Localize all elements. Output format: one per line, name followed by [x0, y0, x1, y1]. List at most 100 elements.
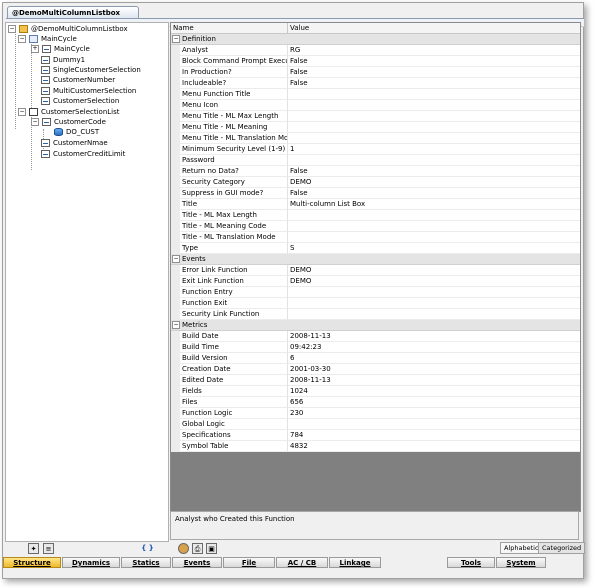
- property-row[interactable]: Type S: [171, 243, 580, 254]
- property-value[interactable]: [288, 111, 580, 122]
- tab-statics[interactable]: Statics: [121, 557, 171, 568]
- property-value[interactable]: [288, 100, 580, 111]
- property-value[interactable]: [288, 155, 580, 166]
- tab-events[interactable]: Events: [172, 557, 222, 568]
- property-value[interactable]: [288, 419, 580, 430]
- tab-system[interactable]: System: [496, 557, 546, 568]
- collapse-icon[interactable]: −: [18, 35, 26, 43]
- tree-node-dummy1[interactable]: Dummy1: [41, 55, 85, 65]
- property-row[interactable]: Password: [171, 155, 580, 166]
- property-value[interactable]: DEMO: [288, 276, 580, 287]
- property-value[interactable]: False: [288, 78, 580, 89]
- property-value[interactable]: [288, 309, 580, 320]
- property-row[interactable]: Suppress in GUI mode? False: [171, 188, 580, 199]
- property-row[interactable]: Build Version 6: [171, 353, 580, 364]
- property-row[interactable]: Function Entry: [171, 287, 580, 298]
- property-row[interactable]: In Production? False: [171, 67, 580, 78]
- property-row[interactable]: Menu Icon: [171, 100, 580, 111]
- tree-node-customercode[interactable]: − CustomerCode: [31, 117, 106, 127]
- add-node-icon[interactable]: ✦: [28, 543, 39, 554]
- property-value[interactable]: 09:42:23: [288, 342, 580, 353]
- tab-dynamics[interactable]: Dynamics: [62, 557, 120, 568]
- property-value[interactable]: [288, 298, 580, 309]
- tab-structure[interactable]: Structure: [3, 557, 61, 568]
- property-value[interactable]: 2008-11-13: [288, 375, 580, 386]
- property-row[interactable]: Includeable? False: [171, 78, 580, 89]
- property-row[interactable]: Title - ML Translation Mode: [171, 232, 580, 243]
- tree-node-do-cust[interactable]: DO_CUST: [54, 127, 99, 137]
- property-value[interactable]: 2008-11-13: [288, 331, 580, 342]
- collapse-icon[interactable]: −: [172, 35, 180, 43]
- alphabetic-button[interactable]: Alphabetic: [500, 542, 543, 554]
- property-row[interactable]: Security Category DEMO: [171, 177, 580, 188]
- property-row[interactable]: Error Link Function DEMO: [171, 265, 580, 276]
- property-row[interactable]: Title - ML Meaning Code: [171, 221, 580, 232]
- tree-node-customerselectionlist[interactable]: − CustomerSelectionList: [18, 107, 120, 117]
- structure-tree[interactable]: − @DemoMultiColumnListbox − MainCycle + …: [5, 22, 169, 542]
- expand-icon[interactable]: +: [31, 45, 39, 53]
- property-value[interactable]: 1: [288, 144, 580, 155]
- tree-node-customernmae[interactable]: CustomerNmae: [41, 138, 108, 148]
- column-header-value[interactable]: Value: [288, 23, 309, 33]
- property-value[interactable]: DEMO: [288, 177, 580, 188]
- property-value[interactable]: 1024: [288, 386, 580, 397]
- tree-node-customercreditlimit[interactable]: CustomerCreditLimit: [41, 149, 125, 159]
- property-row[interactable]: Menu Title - ML Max Length: [171, 111, 580, 122]
- document-tab[interactable]: @DemoMultiColumnListbox: [7, 6, 139, 18]
- categorized-button[interactable]: Categorized: [538, 542, 586, 554]
- property-value[interactable]: [288, 287, 580, 298]
- property-value[interactable]: [288, 89, 580, 100]
- tree-node-customerselection[interactable]: CustomerSelection: [41, 96, 119, 106]
- tree-node-multicustomerselection[interactable]: MultiCustomerSelection: [41, 86, 136, 96]
- property-value[interactable]: 656: [288, 397, 580, 408]
- tab-file[interactable]: File: [223, 557, 275, 568]
- category-metrics[interactable]: − Metrics: [171, 320, 580, 331]
- property-row[interactable]: Menu Title - ML Meaning: [171, 122, 580, 133]
- save-icon[interactable]: ▣: [206, 543, 217, 554]
- property-row[interactable]: Files 656: [171, 397, 580, 408]
- property-row[interactable]: Security Link Function: [171, 309, 580, 320]
- property-row[interactable]: Creation Date 2001-03-30: [171, 364, 580, 375]
- column-header-name[interactable]: Name: [171, 23, 288, 33]
- category-events[interactable]: − Events: [171, 254, 580, 265]
- property-row[interactable]: Fields 1024: [171, 386, 580, 397]
- property-value[interactable]: 6: [288, 353, 580, 364]
- property-value[interactable]: [288, 122, 580, 133]
- property-row[interactable]: Menu Function Title: [171, 89, 580, 100]
- collapse-icon[interactable]: −: [8, 25, 16, 33]
- property-value[interactable]: Multi-column List Box: [288, 199, 580, 210]
- tree-node-singlecustomerselection[interactable]: SingleCustomerSelection: [41, 65, 141, 75]
- property-row[interactable]: Function Logic 230: [171, 408, 580, 419]
- property-row[interactable]: Edited Date 2008-11-13: [171, 375, 580, 386]
- tree-root[interactable]: − @DemoMultiColumnListbox: [8, 24, 128, 34]
- property-row[interactable]: Menu Title - ML Translation Mode: [171, 133, 580, 144]
- property-row[interactable]: Build Time 09:42:23: [171, 342, 580, 353]
- property-row[interactable]: Return no Data? False: [171, 166, 580, 177]
- property-row[interactable]: Function Exit: [171, 298, 580, 309]
- property-row[interactable]: Minimum Security Level (1-9) 1: [171, 144, 580, 155]
- property-value[interactable]: False: [288, 56, 580, 67]
- property-value[interactable]: False: [288, 188, 580, 199]
- collapse-icon[interactable]: −: [18, 108, 26, 116]
- property-value[interactable]: False: [288, 166, 580, 177]
- property-grid[interactable]: Name Value − Definition Analyst RG Block Com…: [170, 22, 581, 512]
- tab-ac-cb[interactable]: AC / CB: [276, 557, 328, 568]
- property-row[interactable]: Global Logic: [171, 419, 580, 430]
- property-value[interactable]: [288, 221, 580, 232]
- property-value[interactable]: 230: [288, 408, 580, 419]
- property-value[interactable]: 4832: [288, 441, 580, 452]
- category-definition[interactable]: − Definition: [171, 34, 580, 45]
- property-row[interactable]: Block Command Prompt ExecutionFalse: [171, 56, 580, 67]
- property-value[interactable]: [288, 232, 580, 243]
- property-value[interactable]: RG: [288, 45, 580, 56]
- property-value[interactable]: S: [288, 243, 580, 254]
- property-value[interactable]: 2001-03-30: [288, 364, 580, 375]
- property-value[interactable]: DEMO: [288, 265, 580, 276]
- property-row[interactable]: Specifications 784: [171, 430, 580, 441]
- property-row[interactable]: Title Multi-column List Box: [171, 199, 580, 210]
- tree-node-maincycle-child[interactable]: + MainCycle: [31, 44, 90, 54]
- property-value[interactable]: False: [288, 67, 580, 78]
- property-row[interactable]: Title - ML Max Length: [171, 210, 580, 221]
- property-value[interactable]: [288, 133, 580, 144]
- property-value[interactable]: [288, 210, 580, 221]
